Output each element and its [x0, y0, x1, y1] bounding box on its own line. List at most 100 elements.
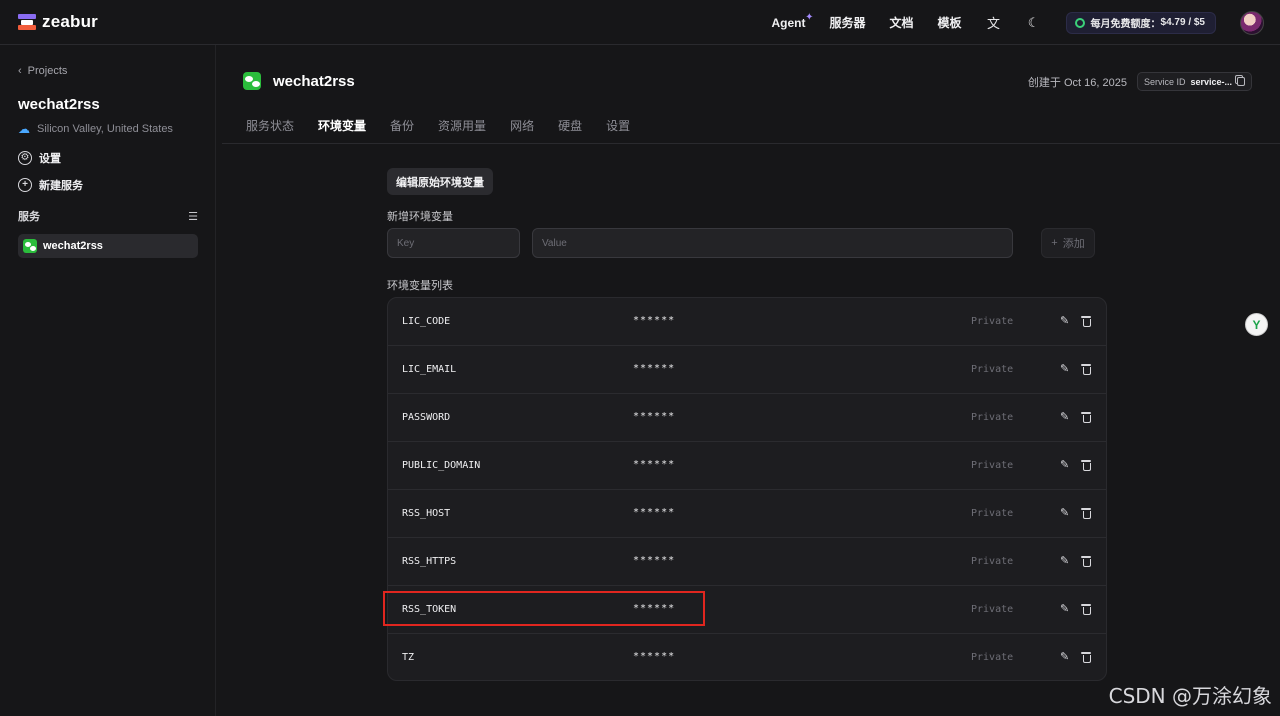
service-id-value: service-...: [1190, 76, 1232, 87]
edit-icon[interactable]: ✎: [1060, 459, 1072, 471]
edit-icon[interactable]: ✎: [1060, 363, 1072, 375]
var-key: PUBLIC_DOMAIN: [402, 460, 481, 471]
var-value: ******: [633, 411, 676, 422]
tab-resource-usage[interactable]: 资源用量: [438, 117, 486, 144]
chevron-left-icon: ‹: [18, 65, 22, 77]
env-var-row: TZ ****** Private ✎: [388, 634, 1106, 680]
sidebar: ‹ Projects wechat2rss ☁ Silicon Valley, …: [0, 45, 216, 716]
service-id-badge[interactable]: Service ID service-...: [1136, 72, 1252, 91]
zeabur-logo[interactable]: zeabur: [18, 12, 98, 32]
env-var-row: PUBLIC_DOMAIN ****** Private ✎: [388, 442, 1106, 490]
service-name: wechat2rss: [273, 72, 355, 90]
trash-icon[interactable]: [1081, 411, 1091, 423]
env-var-row: PASSWORD ****** Private ✎: [388, 394, 1106, 442]
trash-icon[interactable]: [1081, 459, 1091, 471]
trash-icon[interactable]: [1081, 603, 1091, 615]
service-id-label: Service ID: [1143, 76, 1186, 87]
watermark: CSDN @万涂幻象: [1108, 684, 1272, 708]
env-var-row: LIC_EMAIL ****** Private ✎: [388, 346, 1106, 394]
var-value: ******: [633, 651, 676, 662]
avatar[interactable]: [1240, 10, 1264, 35]
var-value: ******: [633, 315, 676, 326]
edit-icon[interactable]: ✎: [1060, 411, 1072, 423]
trash-icon[interactable]: [1081, 315, 1091, 327]
quota-label: 每月免费额度：: [1090, 19, 1161, 30]
wechat-icon: [23, 239, 37, 253]
wechat-icon: [243, 72, 261, 90]
var-key: RSS_HTTPS: [402, 556, 457, 567]
services-section-header: 服务 ☰: [18, 208, 198, 224]
sidebar-new-service-label: 新建服务: [39, 180, 83, 192]
nav-templates[interactable]: 模板: [938, 14, 962, 31]
created-date: 创建于 Oct 16, 2025: [1027, 76, 1127, 89]
add-button[interactable]: + 添加: [1041, 228, 1095, 258]
copy-icon[interactable]: [1237, 77, 1245, 86]
add-label: 添加: [1062, 238, 1085, 250]
trash-icon[interactable]: [1081, 555, 1091, 567]
env-var-row: RSS_HTTPS ****** Private ✎: [388, 538, 1106, 586]
translate-icon[interactable]: 文: [986, 15, 1002, 31]
var-visibility: Private: [971, 508, 1014, 519]
nav-agent[interactable]: Agent ✦: [771, 12, 813, 30]
edit-icon[interactable]: ✎: [1060, 315, 1072, 327]
list-icon[interactable]: ☰: [188, 210, 198, 223]
sidebar-item-settings[interactable]: ⚙ 设置: [18, 150, 61, 166]
tab-settings[interactable]: 设置: [606, 117, 630, 144]
var-visibility: Private: [971, 460, 1014, 471]
var-key: RSS_HOST: [402, 508, 451, 519]
var-list-label: 环境变量列表: [387, 280, 453, 292]
top-bar: zeabur Agent ✦ 服务器 文档 模板 文 ☾ 每月免费额度： $4.79…: [0, 0, 1280, 45]
var-key: RSS_TOKEN: [402, 604, 457, 615]
edit-icon[interactable]: ✎: [1060, 603, 1072, 615]
var-value: ******: [633, 555, 676, 566]
service-header: wechat2rss: [243, 72, 355, 90]
sparkle-icon: ✦: [805, 11, 814, 23]
var-value: ******: [633, 363, 676, 374]
service-meta: 创建于 Oct 16, 2025 Service ID service-...: [1028, 72, 1252, 91]
value-input[interactable]: Value: [532, 228, 1013, 258]
moon-icon[interactable]: ☾: [1026, 15, 1042, 31]
tab-disk[interactable]: 硬盘: [558, 117, 582, 144]
var-value: ******: [633, 459, 676, 470]
tab-status[interactable]: 服务状态: [246, 117, 294, 144]
var-visibility: Private: [971, 364, 1014, 375]
edit-raw-env-button[interactable]: 编辑原始环境变量: [387, 168, 493, 195]
gear-icon: ⚙: [18, 151, 32, 165]
tab-network[interactable]: 网络: [510, 117, 534, 144]
trash-icon[interactable]: [1081, 651, 1091, 663]
sidebar-service-name: wechat2rss: [43, 240, 103, 252]
edit-icon[interactable]: ✎: [1060, 555, 1072, 567]
sidebar-settings-label: 设置: [39, 153, 61, 165]
edit-icon[interactable]: ✎: [1060, 507, 1072, 519]
service-tabs: 服务状态 环境变量 备份 资源用量 网络 硬盘 设置: [246, 117, 630, 144]
region-label: Silicon Valley, United States: [37, 123, 173, 135]
floating-extension-icon[interactable]: Y: [1245, 313, 1268, 336]
trash-icon[interactable]: [1081, 363, 1091, 375]
tab-backup[interactable]: 备份: [390, 117, 414, 144]
trash-icon[interactable]: [1081, 507, 1091, 519]
tab-env-vars[interactable]: 环境变量: [318, 117, 366, 144]
nav-docs[interactable]: 文档: [889, 14, 913, 31]
back-to-projects[interactable]: ‹ Projects: [18, 65, 67, 77]
project-name: wechat2rss: [18, 96, 100, 113]
var-visibility: Private: [971, 412, 1014, 423]
nav-servers[interactable]: 服务器: [829, 14, 865, 31]
env-var-row: RSS_TOKEN ****** Private ✎: [388, 586, 1106, 634]
edit-icon[interactable]: ✎: [1060, 651, 1072, 663]
var-visibility: Private: [971, 316, 1014, 327]
project-region: ☁ Silicon Valley, United States: [18, 122, 173, 136]
quota-value: $4.79 / $5: [1160, 17, 1205, 28]
env-var-row: RSS_HOST ****** Private ✎: [388, 490, 1106, 538]
quota-badge[interactable]: 每月免费额度： $4.79 / $5: [1065, 11, 1216, 34]
var-visibility: Private: [971, 556, 1014, 567]
sidebar-item-service[interactable]: wechat2rss: [18, 234, 198, 258]
key-placeholder: Key: [397, 237, 415, 249]
sidebar-item-new-service[interactable]: + 新建服务: [18, 177, 83, 193]
quota-ring-icon: [1074, 17, 1085, 28]
env-var-list: LIC_CODE ****** Private ✎ LIC_EMAIL ****…: [387, 297, 1107, 681]
key-input[interactable]: Key: [387, 228, 520, 258]
env-var-row: LIC_CODE ****** Private ✎: [388, 298, 1106, 346]
var-visibility: Private: [971, 652, 1014, 663]
nav-agent-label: Agent: [771, 15, 806, 30]
cloud-icon: ☁: [18, 122, 30, 136]
